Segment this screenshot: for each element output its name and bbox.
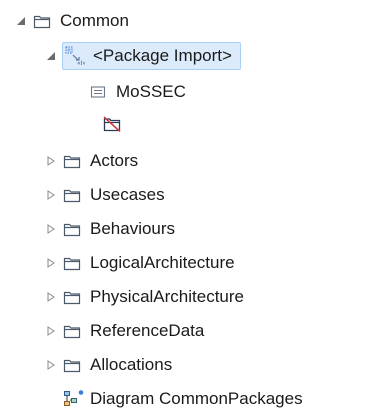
collapsed-triangle-icon[interactable] — [44, 324, 58, 338]
model-element-icon — [88, 82, 108, 102]
tree-node-allocations[interactable]: Allocations — [44, 350, 174, 380]
package-import-icon: «I» — [65, 46, 85, 66]
tree-node-unresolved[interactable] — [102, 109, 128, 139]
tree-node-label: Allocations — [90, 355, 173, 374]
expanded-triangle-icon[interactable] — [14, 14, 28, 28]
tree-node-package-import[interactable]: «I» <Package Import> — [44, 41, 241, 71]
tree-node-label: MoSSEC — [116, 82, 186, 101]
folder-icon — [62, 321, 82, 341]
tree-node-label: Common — [60, 11, 129, 30]
folder-icon — [62, 253, 82, 273]
tree-node-label: PhysicalArchitecture — [90, 287, 245, 306]
tree-node-label: <Package Import> — [93, 46, 232, 65]
collapsed-triangle-icon[interactable] — [44, 290, 58, 304]
diagram-icon — [62, 389, 86, 409]
collapsed-triangle-icon[interactable] — [44, 188, 58, 202]
tree-node-behaviours[interactable]: Behaviours — [44, 214, 177, 244]
folder-icon — [62, 287, 82, 307]
folder-icon — [32, 11, 52, 31]
folder-icon — [62, 151, 82, 171]
model-explorer-tree: Common «I» <Package Import> — [0, 0, 385, 420]
expanded-triangle-icon[interactable] — [44, 49, 58, 63]
collapsed-triangle-icon[interactable] — [44, 222, 58, 236]
folder-icon — [62, 219, 82, 239]
tree-node-mossec[interactable]: MoSSEC — [88, 77, 188, 107]
tree-node-label: Diagram CommonPackages — [90, 389, 303, 408]
svg-text:«I»: «I» — [77, 60, 85, 66]
folder-icon — [62, 185, 82, 205]
collapsed-triangle-icon[interactable] — [44, 154, 58, 168]
collapsed-triangle-icon[interactable] — [44, 256, 58, 270]
tree-node-diagram-common-packages[interactable]: Diagram CommonPackages — [62, 384, 305, 414]
tree-node-logical-architecture[interactable]: LogicalArchitecture — [44, 248, 237, 278]
collapsed-triangle-icon[interactable] — [44, 358, 58, 372]
tree-node-label: ReferenceData — [90, 321, 205, 340]
selection-highlight[interactable]: «I» <Package Import> — [62, 42, 241, 70]
tree-node-label: LogicalArchitecture — [90, 253, 235, 272]
tree-node-physical-architecture[interactable]: PhysicalArchitecture — [44, 282, 246, 312]
tree-node-usecases[interactable]: Usecases — [44, 180, 167, 210]
folder-icon — [62, 355, 82, 375]
tree-node-label: Behaviours — [90, 219, 176, 238]
tree-node-common[interactable]: Common — [14, 6, 131, 36]
unresolved-folder-icon — [102, 114, 122, 134]
tree-node-actors[interactable]: Actors — [44, 146, 140, 176]
tree-node-label: Actors — [90, 151, 139, 170]
tree-node-reference-data[interactable]: ReferenceData — [44, 316, 206, 346]
tree-node-label: Usecases — [90, 185, 165, 204]
